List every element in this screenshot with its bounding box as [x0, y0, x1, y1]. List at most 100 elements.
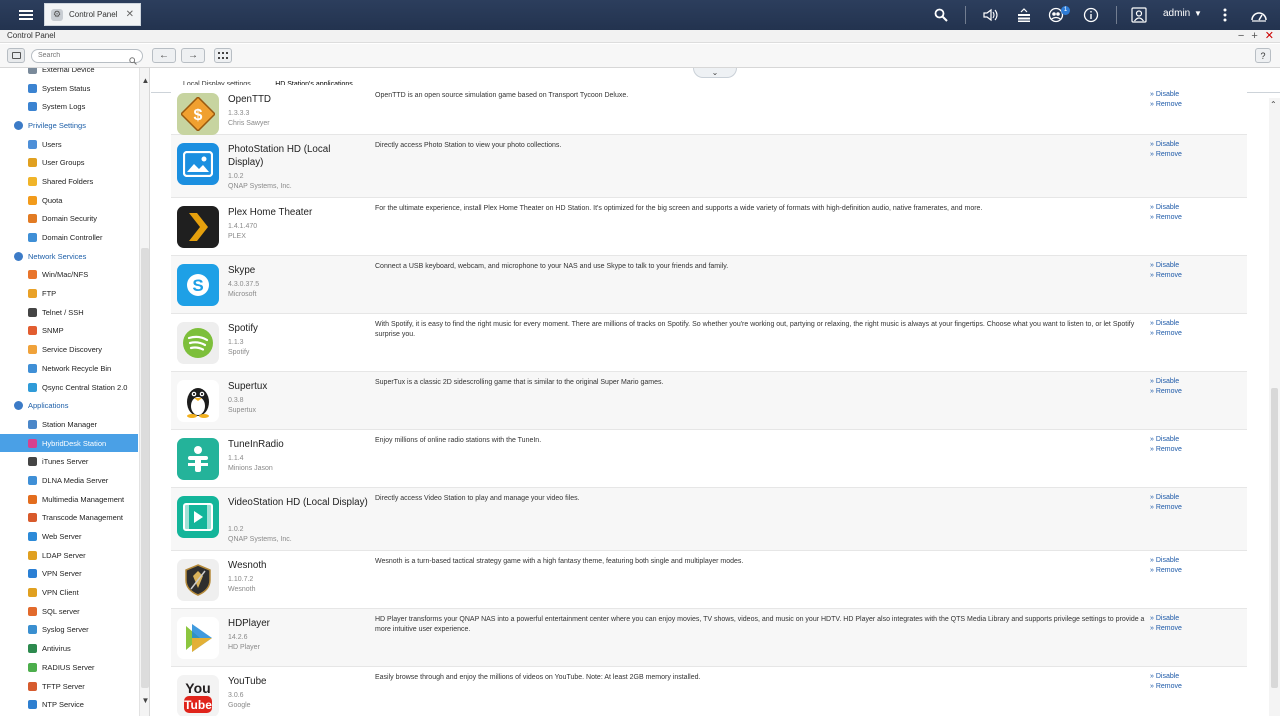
- sidebar-item[interactable]: System Logs: [0, 97, 138, 116]
- chevron-down-icon[interactable]: ▼: [141, 696, 149, 706]
- sidebar-item-label: Antivirus: [42, 644, 71, 654]
- remove-link[interactable]: » Remove: [1150, 151, 1182, 158]
- sidebar-item-icon: [28, 326, 37, 336]
- sidebar-item[interactable]: Telnet / SSH: [0, 303, 138, 322]
- search-field[interactable]: [31, 49, 143, 65]
- remove-link[interactable]: » Remove: [1150, 625, 1182, 632]
- disable-link[interactable]: » Disable: [1150, 320, 1179, 327]
- disable-link[interactable]: » Disable: [1150, 91, 1179, 98]
- sidebar-item[interactable]: SQL server: [0, 602, 138, 621]
- search-input[interactable]: [38, 52, 128, 59]
- app-row: $ OpenTTD 1.3.3.3 Chris Sawyer OpenTTD is an…: [171, 85, 1247, 135]
- more-options-icon[interactable]: [1218, 5, 1232, 25]
- remove-link[interactable]: » Remove: [1150, 214, 1182, 221]
- scrollbar-thumb[interactable]: [1271, 388, 1278, 688]
- sidebar-item[interactable]: External Device: [0, 68, 138, 79]
- disable-link[interactable]: » Disable: [1150, 436, 1179, 443]
- gear-icon: ⚙: [51, 8, 63, 21]
- remove-link[interactable]: » Remove: [1150, 388, 1182, 395]
- minimize-icon[interactable]: −: [1238, 30, 1244, 42]
- remove-link[interactable]: » Remove: [1150, 272, 1182, 279]
- sidebar-category[interactable]: Privilege Settings: [0, 116, 138, 135]
- sidebar-item[interactable]: Syslog Server: [0, 621, 138, 640]
- volume-icon[interactable]: [982, 5, 1000, 25]
- sidebar-category[interactable]: Network Services: [0, 247, 138, 266]
- sidebar-item[interactable]: FTP: [0, 284, 138, 303]
- sidebar-item[interactable]: Quota: [0, 191, 138, 210]
- search-icon[interactable]: [933, 5, 949, 25]
- maximize-icon[interactable]: +: [1251, 30, 1257, 42]
- sidebar-item[interactable]: NTP Service: [0, 695, 138, 714]
- remove-link[interactable]: » Remove: [1150, 683, 1182, 690]
- sidebar-item[interactable]: Domain Controller: [0, 228, 138, 247]
- sidebar-item-label: Service Discovery: [42, 345, 103, 355]
- remove-link[interactable]: » Remove: [1150, 504, 1182, 511]
- sidebar-item[interactable]: DLNA Media Server: [0, 471, 138, 490]
- tunein-icon: [177, 438, 219, 480]
- disable-link[interactable]: » Disable: [1150, 494, 1179, 501]
- disable-link[interactable]: » Disable: [1150, 673, 1179, 680]
- home-button[interactable]: [7, 48, 25, 63]
- sidebar-item[interactable]: Station Manager: [0, 415, 138, 434]
- sidebar-item[interactable]: HybridDesk Station: [0, 433, 138, 453]
- remove-link[interactable]: » Remove: [1150, 330, 1182, 337]
- disable-link[interactable]: » Disable: [1150, 615, 1179, 622]
- app-name: VideoStation HD (Local Display): [228, 497, 368, 508]
- disable-link[interactable]: » Disable: [1150, 557, 1179, 564]
- user-name[interactable]: admin: [1163, 8, 1190, 19]
- sidebar-item[interactable]: TFTP Server: [0, 677, 138, 696]
- toolbar: ← → ?: [0, 44, 1280, 68]
- main-scrollbar[interactable]: ⌃: [1269, 98, 1280, 716]
- sidebar-item[interactable]: Win/Mac/NFS: [0, 266, 138, 285]
- remove-link[interactable]: » Remove: [1150, 101, 1182, 108]
- main-menu-button[interactable]: [10, 0, 42, 30]
- sidebar-item[interactable]: VPN Server: [0, 565, 138, 584]
- sidebar-item-label: Station Manager: [42, 419, 98, 429]
- sidebar-item[interactable]: Service Discovery: [0, 340, 138, 359]
- sidebar-category[interactable]: Applications: [0, 396, 138, 415]
- sidebar-item-icon: [28, 494, 37, 504]
- sidebar-item[interactable]: Domain Security: [0, 210, 138, 229]
- sidebar-item[interactable]: Transcode Management: [0, 509, 138, 528]
- help-button[interactable]: ?: [1255, 48, 1271, 63]
- user-avatar-icon[interactable]: [1130, 5, 1148, 25]
- tab-control-panel[interactable]: ⚙ Control Panel ✕: [44, 3, 141, 26]
- info-icon[interactable]: [1082, 5, 1100, 25]
- sidebar-item[interactable]: Qsync Central Station 2.0: [0, 378, 138, 397]
- chevron-down-icon[interactable]: ▼: [1194, 9, 1202, 18]
- disable-link[interactable]: » Disable: [1150, 141, 1179, 148]
- disable-link[interactable]: » Disable: [1150, 378, 1179, 385]
- background-tasks-icon[interactable]: [1016, 5, 1032, 25]
- disable-link[interactable]: » Disable: [1150, 262, 1179, 269]
- sidebar-item[interactable]: Antivirus: [0, 639, 138, 658]
- sidebar-item[interactable]: Network Recycle Bin: [0, 359, 138, 378]
- scrollbar-thumb[interactable]: [141, 248, 149, 688]
- sidebar-item[interactable]: Multimedia Management: [0, 490, 138, 509]
- sidebar-item[interactable]: Web Server: [0, 527, 138, 546]
- remove-link[interactable]: » Remove: [1150, 567, 1182, 574]
- sidebar-item[interactable]: Shared Folders: [0, 172, 138, 191]
- sidebar-item-label: System Status: [42, 83, 91, 93]
- sidebar-item[interactable]: System Status: [0, 79, 138, 98]
- close-tab-icon[interactable]: ✕: [126, 9, 134, 20]
- dashboard-gauge-icon[interactable]: [1249, 5, 1269, 25]
- sidebar-list: External Device System Status System Logs P…: [0, 68, 138, 714]
- back-button[interactable]: ←: [152, 48, 176, 63]
- sidebar-item-icon: [28, 307, 37, 317]
- sidebar-item[interactable]: VPN Client: [0, 583, 138, 602]
- sidebar-item[interactable]: Users: [0, 135, 138, 154]
- chevron-up-icon[interactable]: ⌃: [1270, 100, 1277, 109]
- remove-link[interactable]: » Remove: [1150, 446, 1182, 453]
- disable-link[interactable]: » Disable: [1150, 204, 1179, 211]
- sidebar-item[interactable]: LDAP Server: [0, 546, 138, 565]
- sidebar-item[interactable]: iTunes Server: [0, 452, 138, 471]
- sidebar-scrollbar[interactable]: ▲ ▼: [139, 68, 149, 716]
- collapse-toggle[interactable]: ⌄: [693, 68, 737, 78]
- close-icon[interactable]: ✕: [1265, 30, 1274, 42]
- sidebar-item[interactable]: RADIUS Server: [0, 658, 138, 677]
- grid-view-button[interactable]: [214, 48, 232, 63]
- forward-button[interactable]: →: [181, 48, 205, 63]
- chevron-up-icon[interactable]: ▲: [141, 76, 149, 86]
- sidebar-item[interactable]: SNMP: [0, 322, 138, 341]
- sidebar-item[interactable]: User Groups: [0, 153, 138, 172]
